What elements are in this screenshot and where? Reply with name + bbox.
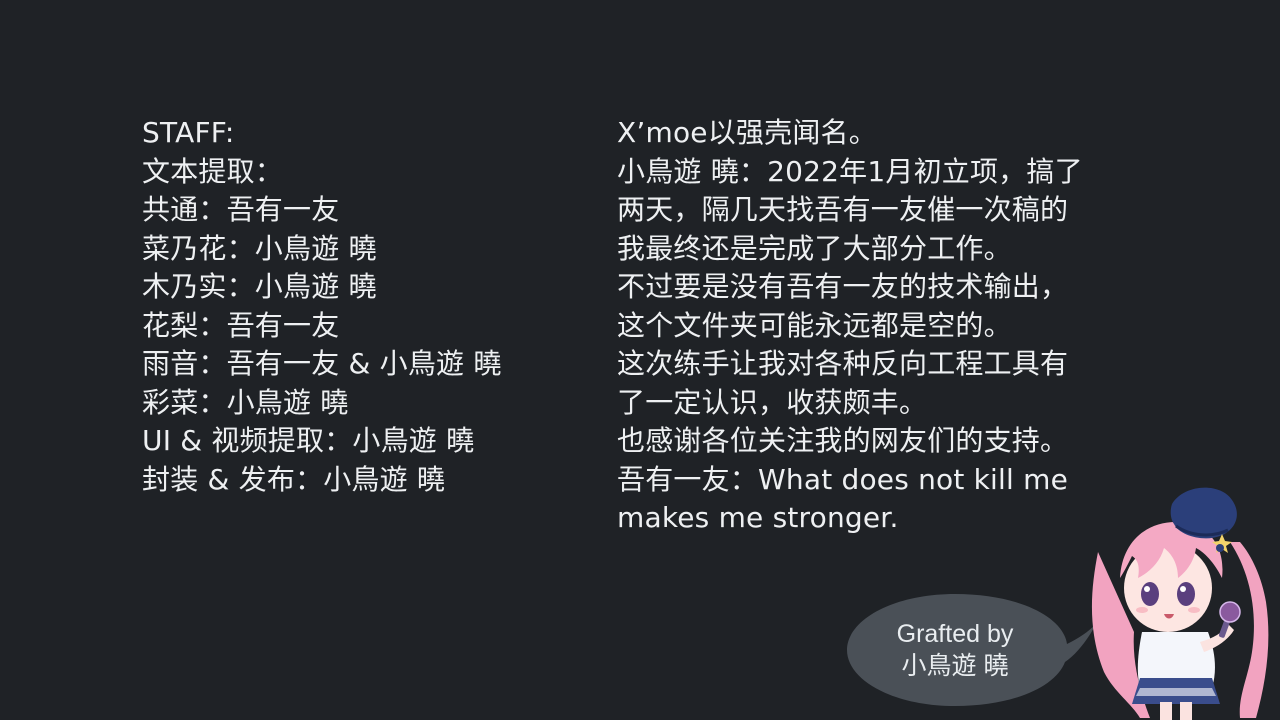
note-line: 这个文件夹可能永远都是空的。 [617,308,1012,342]
staff-heading: STAFF: [142,116,235,149]
author-note: X’moe以强壳闻名。 小鳥遊 曉：2022年1月初立项，搞了 两天，隔几天找吾… [617,114,1157,538]
note-line: 两天，隔几天找吾有一友催一次稿的 [617,193,1069,226]
staff-line: UI & 视频提取：小鳥遊 曉 [142,424,475,457]
staff-line: 共通：吾有一友 [142,193,340,226]
speech-bubble: Grafted by 小鳥遊 曉 [845,592,1097,708]
staff-line: 木乃实：小鳥遊 曉 [142,270,377,303]
staff-credits: STAFF: 文本提取： 共通：吾有一友 菜乃花：小鳥遊 曉 木乃实：小鳥遊 曉… [142,114,582,499]
staff-line: 菜乃花：小鳥遊 曉 [142,231,377,265]
staff-line: 彩菜：小鳥遊 曉 [142,385,349,419]
staff-line: 封装 & 发布：小鳥遊 曉 [142,462,446,496]
staff-line: 花梨：吾有一友 [142,308,340,342]
note-line: X’moe以强壳闻名。 [617,116,877,149]
note-line: 小鳥遊 曉：2022年1月初立项，搞了 [617,154,1083,188]
note-line: 这次练手让我对各种反向工程工具有 [617,347,1069,380]
note-line: 了一定认识，收获颇丰。 [617,385,928,419]
staff-line: 文本提取： [142,154,284,188]
note-line: 我最终还是完成了大部分工作。 [617,231,1012,265]
note-line: 不过要是没有吾有一友的技术输出， [617,270,1069,303]
note-line: makes me stronger. [617,501,899,534]
note-line: 吾有一友：What does not kill me [617,462,1068,496]
anime-girl-mascot-icon [1080,482,1280,720]
staff-line: 雨音：吾有一友 & 小鳥遊 曉 [142,347,502,380]
bubble-line-2: 小鳥遊 曉 [901,652,1009,680]
note-line: 也感谢各位关注我的网友们的支持。 [617,424,1069,457]
bubble-line-1: Grafted by [896,620,1014,648]
